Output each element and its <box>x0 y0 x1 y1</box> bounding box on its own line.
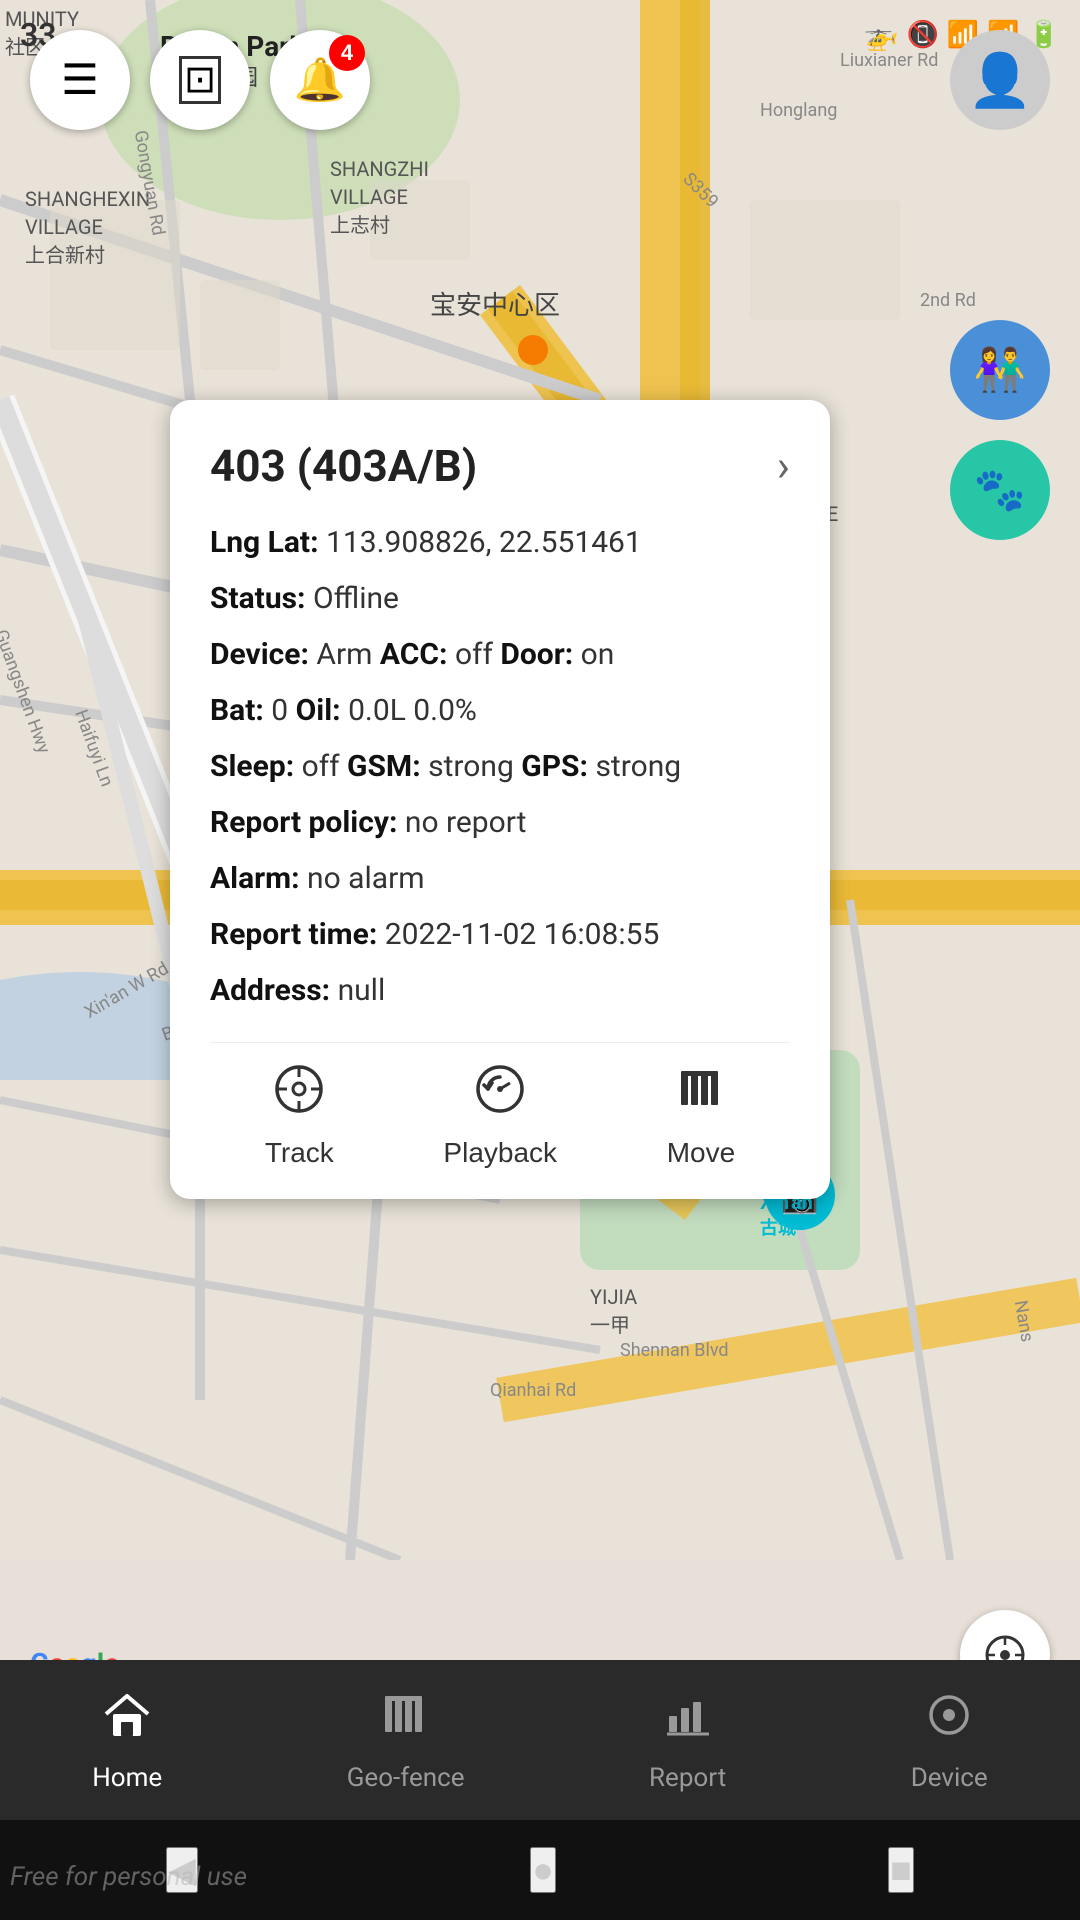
top-controls: ☰ ⊡ 🔔 4 👤 <box>0 30 1080 130</box>
playback-label: Playback <box>443 1137 557 1169</box>
nav-item-home[interactable]: Home <box>92 1688 162 1793</box>
map-label-shanghexin: SHANGHEXIN VILLAGE 上合新村 <box>25 185 150 269</box>
nav-device-label: Device <box>911 1763 988 1793</box>
info-card: 403 (403A/B) › Lng Lat: 113.908826, 22.5… <box>170 400 830 1199</box>
avatar-icon: 👤 <box>968 50 1033 111</box>
home-button[interactable]: ● <box>530 1847 556 1893</box>
card-row-address: Address: null <box>210 970 790 1012</box>
group-button[interactable]: 👫 <box>950 320 1050 420</box>
side-buttons: 👫 🐾 <box>950 320 1050 540</box>
track-button[interactable]: Track <box>265 1063 334 1169</box>
nav-home-label: Home <box>92 1763 162 1793</box>
orange-dot <box>518 335 548 365</box>
card-row-report-policy: Report policy: no report <box>210 802 790 844</box>
card-row-sleep: Sleep: off GSM: strong GPS: strong <box>210 746 790 788</box>
expand-button[interactable]: ⊡ <box>150 30 250 130</box>
card-row-lnglat: Lng Lat: 113.908826, 22.551461 <box>210 522 790 564</box>
map-road-qianhai: Qianhai Rd <box>490 1380 576 1401</box>
device-icon <box>922 1688 976 1755</box>
move-button[interactable]: Move <box>667 1063 735 1169</box>
paw-button[interactable]: 🐾 <box>950 440 1050 540</box>
geofence-icon <box>379 1688 433 1755</box>
watermark-text: Free for personal use <box>10 1862 247 1892</box>
recent-button[interactable]: ■ <box>888 1847 914 1893</box>
top-right-controls: 👤 <box>950 30 1050 130</box>
paw-icon: 🐾 <box>974 466 1026 515</box>
nav-geofence-label: Geo-fence <box>347 1763 465 1793</box>
card-actions: Track Playback <box>210 1042 790 1169</box>
card-row-alarm: Alarm: no alarm <box>210 858 790 900</box>
notification-badge: 4 <box>329 35 365 71</box>
system-nav: Free for personal use ◀ ● ■ <box>0 1820 1080 1920</box>
card-arrow-button[interactable]: › <box>777 440 790 492</box>
card-row-bat: Bat: 0 Oil: 0.0L 0.0% <box>210 690 790 732</box>
map-label-yijia: YIJIA 一甲 <box>590 1285 637 1338</box>
card-title: 403 (403A/B) <box>210 440 477 492</box>
playback-button[interactable]: Playback <box>443 1063 557 1169</box>
nav-report-label: Report <box>649 1763 726 1793</box>
map-label-shangzhi: SHANGZHI VILLAGE 上志村 <box>330 155 429 239</box>
card-header: 403 (403A/B) › <box>210 440 790 492</box>
track-label: Track <box>265 1137 334 1169</box>
nav-item-geofence[interactable]: Geo-fence <box>347 1688 465 1793</box>
menu-button[interactable]: ☰ <box>30 30 130 130</box>
move-icon <box>675 1063 727 1127</box>
avatar-button[interactable]: 👤 <box>950 30 1050 130</box>
card-row-device: Device: Arm ACC: off Door: on <box>210 634 790 676</box>
card-row-report-time: Report time: 2022-11-02 16:08:55 <box>210 914 790 956</box>
home-icon <box>100 1688 154 1755</box>
track-icon <box>273 1063 325 1127</box>
move-label: Move <box>667 1137 735 1169</box>
card-row-status: Status: Offline <box>210 578 790 620</box>
report-icon <box>661 1688 715 1755</box>
group-icon: 👫 <box>974 346 1026 395</box>
map-label-baoan-center: 宝安中心区 <box>430 285 560 322</box>
notification-button[interactable]: 🔔 4 <box>270 30 370 130</box>
playback-icon <box>474 1063 526 1127</box>
nav-item-report[interactable]: Report <box>649 1688 726 1793</box>
map-road-2nd: 2nd Rd <box>920 290 976 311</box>
map-road-shennan: Shennan Blvd <box>620 1340 729 1361</box>
bottom-nav: Home Geo-fence Report <box>0 1660 1080 1820</box>
nav-item-device[interactable]: Device <box>911 1688 988 1793</box>
